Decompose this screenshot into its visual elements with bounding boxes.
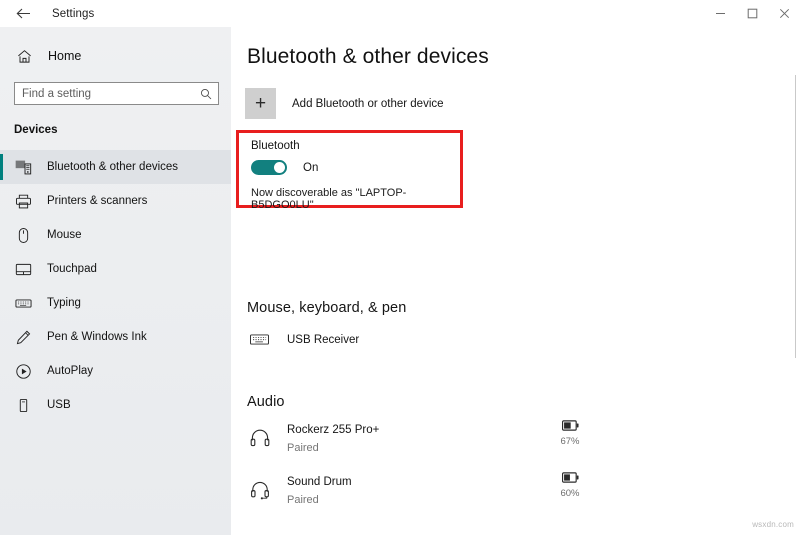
sidebar-item-label: Typing: [47, 297, 81, 309]
device-status: Paired: [287, 442, 319, 454]
battery-percent: 60%: [560, 488, 580, 499]
sidebar-item-usb[interactable]: USB: [0, 388, 231, 422]
device-text: Sound Drum Paired: [287, 472, 352, 508]
device-status: Paired: [287, 494, 319, 506]
main-content: Bluetooth & other devices + Add Bluetoot…: [231, 27, 800, 535]
device-row-usb-receiver[interactable]: USB Receiver: [247, 326, 800, 352]
add-device-label: Add Bluetooth or other device: [292, 97, 444, 110]
sidebar-nav: Bluetooth & other devices Printers & sca…: [0, 150, 231, 422]
bluetooth-toggle-row: On: [251, 160, 460, 175]
add-device-button[interactable]: + Add Bluetooth or other device: [245, 88, 800, 119]
keyboard-device-icon: [247, 327, 272, 352]
pen-icon: [14, 328, 33, 347]
close-icon[interactable]: [768, 0, 800, 27]
window-title: Settings: [52, 7, 95, 20]
usb-icon: [14, 396, 33, 415]
battery-percent: 67%: [560, 436, 580, 447]
sidebar-item-autoplay[interactable]: AutoPlay: [0, 354, 231, 388]
autoplay-icon: [14, 362, 33, 381]
keyboard-icon: [14, 294, 33, 313]
sidebar-item-home[interactable]: Home: [0, 42, 231, 70]
touchpad-icon: [14, 260, 33, 279]
window-controls: [704, 0, 800, 27]
search-input[interactable]: [15, 83, 218, 104]
sidebar-item-label: USB: [47, 399, 71, 411]
battery-indicator: 60%: [553, 472, 587, 501]
maximize-icon[interactable]: [736, 0, 768, 27]
battery-icon: [553, 472, 587, 483]
printer-icon: [14, 192, 33, 211]
group-title: Audio: [247, 394, 285, 410]
bluetooth-toggle-state: On: [303, 161, 319, 174]
settings-window: Settings Home Find a setting Devices Blu…: [0, 0, 800, 535]
sidebar-item-mouse[interactable]: Mouse: [0, 218, 231, 252]
headset-icon: [247, 478, 272, 503]
sidebar: Home Devices: [0, 27, 231, 535]
search-box[interactable]: [14, 82, 219, 105]
sidebar-item-label: Printers & scanners: [47, 195, 148, 207]
home-icon: [15, 47, 33, 65]
bluetooth-toggle-section-highlight: Bluetooth On Now discoverable as "LAPTOP…: [236, 130, 463, 211]
watermark: wsxdn.com: [752, 520, 794, 529]
device-text: USB Receiver: [287, 330, 359, 348]
sidebar-item-label: Pen & Windows Ink: [47, 331, 147, 343]
battery-indicator: 67%: [553, 420, 587, 449]
title-bar: Settings: [0, 0, 800, 27]
home-label: Home: [48, 49, 82, 63]
vertical-scrollbar[interactable]: [795, 75, 796, 358]
device-row-sound-drum[interactable]: Sound Drum Paired 60%: [247, 472, 800, 508]
sidebar-item-pen-windows-ink[interactable]: Pen & Windows Ink: [0, 320, 231, 354]
device-row-rockerz-255-pro[interactable]: Rockerz 255 Pro+ Paired 67%: [247, 420, 800, 456]
bluetooth-label: Bluetooth: [251, 140, 300, 152]
sidebar-item-label: Mouse: [47, 229, 82, 241]
bluetooth-devices-icon: [14, 158, 33, 177]
battery-icon: [553, 420, 587, 431]
sidebar-item-label: Touchpad: [47, 263, 97, 275]
minimize-icon[interactable]: [704, 0, 736, 27]
group-title: Mouse, keyboard, & pen: [247, 300, 407, 316]
page-title: Bluetooth & other devices: [247, 45, 489, 68]
bluetooth-toggle[interactable]: [251, 160, 287, 175]
toggle-knob: [274, 162, 285, 173]
sidebar-item-label: Bluetooth & other devices: [47, 161, 179, 173]
device-name: USB Receiver: [287, 334, 360, 346]
mouse-icon: [14, 226, 33, 245]
back-arrow-icon[interactable]: [8, 2, 38, 26]
group-audio: Audio Rockerz 255 Pro+ Paired 67% Sound …: [247, 394, 800, 508]
sidebar-item-touchpad[interactable]: Touchpad: [0, 252, 231, 286]
device-text: Rockerz 255 Pro+ Paired: [287, 420, 379, 456]
plus-icon: +: [245, 88, 276, 119]
title-bar-left: Settings: [0, 0, 94, 27]
sidebar-item-typing[interactable]: Typing: [0, 286, 231, 320]
sidebar-item-printers-scanners[interactable]: Printers & scanners: [0, 184, 231, 218]
group-mouse-keyboard-pen: Mouse, keyboard, & pen USB Receiver: [247, 300, 800, 352]
device-name: Sound Drum: [287, 476, 352, 488]
bluetooth-discoverable-text: Now discoverable as "LAPTOP-B5DGO0LU": [251, 187, 407, 211]
headphones-icon: [247, 426, 272, 451]
bluetooth-toggle-section: Bluetooth On Now discoverable as "LAPTOP…: [239, 133, 460, 211]
sidebar-item-bluetooth-other-devices[interactable]: Bluetooth & other devices: [0, 150, 231, 184]
search-icon[interactable]: [200, 88, 212, 100]
device-name: Rockerz 255 Pro+: [287, 424, 380, 436]
sidebar-section-label: Devices: [14, 124, 58, 136]
sidebar-item-label: AutoPlay: [47, 365, 94, 377]
